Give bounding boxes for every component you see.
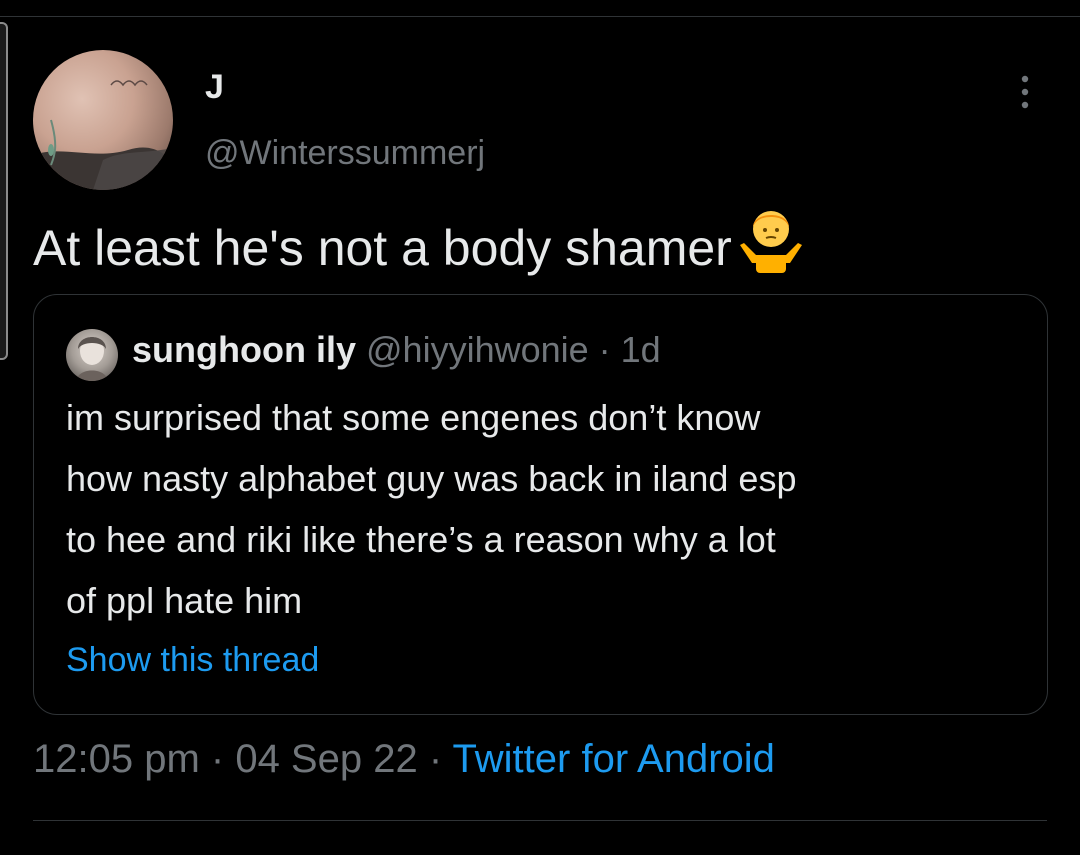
author-handle[interactable]: @Winterssummerj: [205, 134, 485, 173]
tweet-text: At least he's not a body shamer: [33, 205, 808, 277]
scroll-indicator[interactable]: [0, 22, 8, 360]
show-this-thread-link[interactable]: Show this thread: [66, 641, 319, 680]
author-avatar[interactable]: [33, 50, 173, 190]
quoted-text-line: of ppl hate him: [66, 580, 303, 621]
tweet-date[interactable]: 04 Sep 22: [235, 737, 417, 781]
quoted-tweet-text: im surprised that some engenes don’t kno…: [66, 387, 1026, 631]
tweet-text-body: At least he's not a body shamer: [33, 220, 732, 276]
tweet-detail-screen: J @Winterssummerj At least he's not a bo…: [0, 0, 1080, 855]
quoted-author-avatar[interactable]: [66, 329, 118, 381]
bottom-divider: [33, 820, 1047, 821]
tweet-source-link[interactable]: Twitter for Android: [453, 737, 775, 781]
top-divider: [0, 16, 1080, 17]
quoted-tweet-age: 1d: [620, 329, 661, 370]
author-display-name[interactable]: J: [205, 68, 224, 107]
quoted-tweet-header: sunghoon ily @hiyyihwonie · 1d: [132, 329, 661, 371]
user-photo-avatar-icon: [33, 80, 173, 190]
quoted-meta-separator: ·: [588, 329, 621, 370]
meta-separator: ·: [199, 737, 236, 781]
quoted-author-handle[interactable]: @hiyyihwonie: [366, 329, 589, 370]
tweet-metadata: 12:05 pm · 04 Sep 22 · Twitter for Andro…: [33, 737, 775, 782]
user-photo-avatar-icon: [76, 337, 108, 381]
vertical-ellipsis-icon: [1021, 75, 1029, 109]
more-options-button[interactable]: [1010, 72, 1040, 112]
tweet-time[interactable]: 12:05 pm: [33, 737, 200, 781]
meta-separator: ·: [417, 737, 453, 781]
quoted-tweet-card[interactable]: sunghoon ily @hiyyihwonie · 1d im surpri…: [33, 294, 1048, 715]
quoted-author-display-name[interactable]: sunghoon ily: [132, 329, 356, 370]
person-shrugging-emoji-icon: [739, 211, 802, 273]
quoted-text-line: to hee and riki like there’s a reason wh…: [66, 519, 776, 560]
quoted-text-line: im surprised that some engenes don’t kno…: [66, 397, 761, 438]
quoted-text-line: how nasty alphabet guy was back in iland…: [66, 458, 797, 499]
